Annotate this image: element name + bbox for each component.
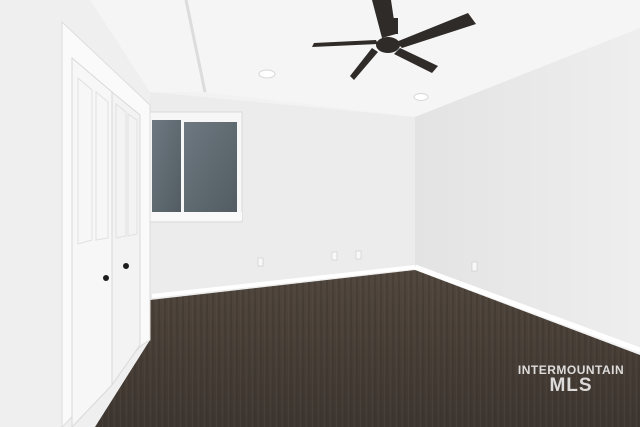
- door-knob: [123, 263, 129, 269]
- mls-watermark: INTERMOUNTAIN MLS: [506, 363, 636, 397]
- outlet: [471, 261, 478, 272]
- recessed-light: [258, 69, 276, 79]
- window-glass-left: [152, 120, 181, 212]
- outlet: [355, 250, 362, 260]
- outlet: [257, 257, 264, 267]
- window-sill: [150, 212, 242, 220]
- window-glass-right: [184, 122, 237, 212]
- recessed-light: [413, 93, 429, 101]
- outlet: [331, 251, 338, 261]
- watermark-line2: MLS: [549, 375, 593, 396]
- door-knob: [103, 275, 109, 281]
- room-photo: INTERMOUNTAIN MLS: [0, 0, 640, 427]
